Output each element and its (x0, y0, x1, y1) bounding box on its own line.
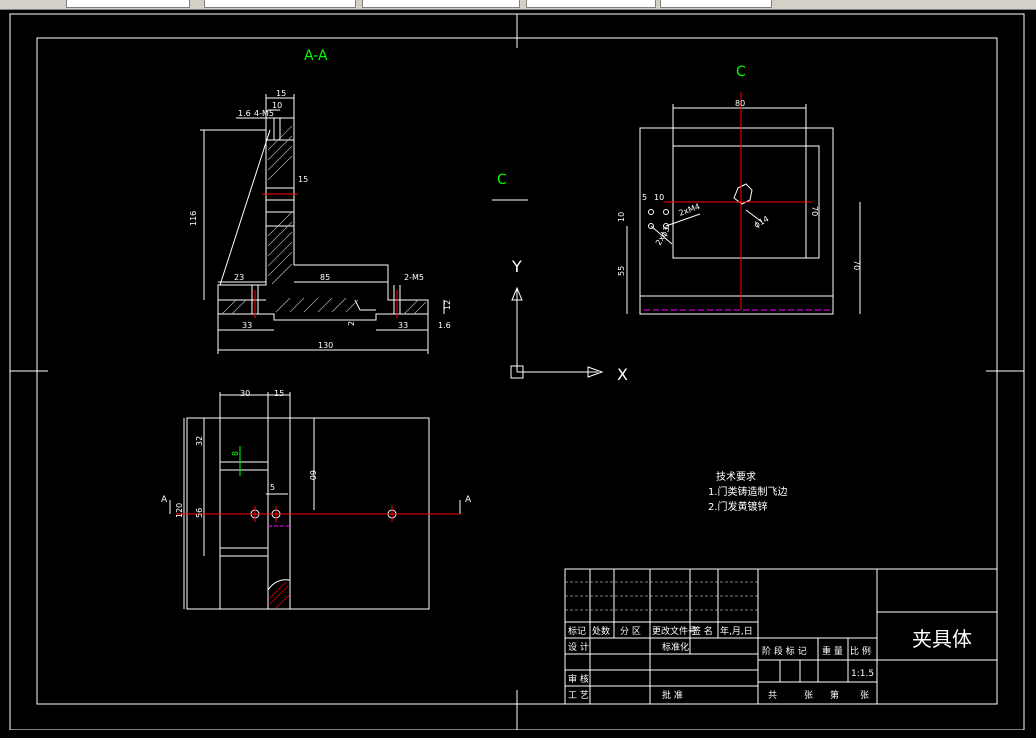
top-dim-text: 30 15 32 8 60 5 56 120 (175, 389, 317, 518)
title-block-dashes (565, 568, 997, 611)
svg-text:共: 共 (768, 690, 777, 701)
section-label: A-A (304, 48, 328, 64)
svg-text:80: 80 (735, 99, 745, 108)
svg-text:2-M5: 2-M5 (404, 273, 424, 282)
toolbar (0, 0, 1036, 10)
ucs-x-label: X (617, 365, 628, 384)
svg-text:1:1.5: 1:1.5 (851, 669, 874, 679)
svg-text:比 例: 比 例 (850, 645, 871, 657)
top-centerlines (176, 506, 460, 522)
svg-text:批 准: 批 准 (662, 689, 683, 701)
plotstyle-dropdown[interactable] (660, 0, 772, 8)
part-name: 夹具体 (912, 627, 972, 651)
svg-text:8: 8 (231, 451, 240, 456)
status-bar (0, 730, 1036, 738)
svg-text:2xM4: 2xM4 (678, 202, 702, 218)
svg-text:阶 段 标 记: 阶 段 标 记 (762, 645, 807, 657)
top-hatch (269, 581, 291, 609)
svg-text:56: 56 (195, 508, 204, 518)
svg-text:5: 5 (270, 483, 275, 492)
svg-text:审 核: 审 核 (568, 673, 589, 685)
technical-notes: 技术要求 1.门类铸造制飞边 2.门发黄镀锌 (708, 470, 788, 513)
svg-text:70: 70 (810, 206, 819, 216)
notes-line-2: 2.门发黄镀锌 (708, 500, 768, 513)
svg-text:分 区: 分 区 (620, 626, 641, 637)
view-c-arrow-label: C (497, 172, 507, 188)
svg-text:23: 23 (234, 273, 244, 282)
svg-text:年,月,日: 年,月,日 (720, 625, 753, 637)
svg-text:2xϕ3: 2xϕ3 (654, 225, 672, 247)
svg-text:签 名: 签 名 (692, 625, 713, 637)
svg-text:70: 70 (852, 260, 861, 270)
linetype-dropdown[interactable] (362, 0, 520, 8)
svg-text:32: 32 (195, 436, 204, 446)
svg-text:15: 15 (276, 89, 286, 98)
ucs-icon (510, 286, 604, 379)
top-view (169, 392, 461, 610)
svg-text:85: 85 (320, 273, 330, 282)
svg-text:60: 60 (308, 470, 317, 480)
section-centerlines (254, 193, 398, 318)
svg-text:更改文件号: 更改文件号 (652, 625, 697, 637)
svg-text:1.6: 1.6 (438, 321, 451, 330)
svg-text:2: 2 (347, 321, 356, 326)
view-c (626, 104, 861, 315)
svg-text:张: 张 (860, 690, 869, 701)
layer-dropdown[interactable] (66, 0, 190, 8)
cut-arrow-left: A (161, 495, 168, 505)
ucs-y-label: Y (511, 257, 522, 276)
svg-text:120: 120 (175, 503, 184, 518)
view-c-label: C (736, 64, 746, 80)
svg-text:重 量: 重 量 (822, 645, 843, 657)
drawing-canvas[interactable]: A-A 15 10 1.6 4-M5 116 15 23 85 2-M5 12 … (0, 10, 1036, 732)
svg-text:116: 116 (189, 211, 198, 226)
svg-text:55: 55 (617, 266, 626, 276)
svg-text:工 艺: 工 艺 (568, 690, 589, 701)
svg-text:10: 10 (617, 212, 626, 222)
svg-text:1.6: 1.6 (238, 109, 251, 118)
svg-text:15: 15 (298, 175, 308, 184)
svg-text:标准化: 标准化 (662, 641, 689, 653)
color-dropdown[interactable] (204, 0, 356, 8)
svg-text:130: 130 (318, 341, 333, 350)
svg-text:张: 张 (804, 690, 813, 701)
svg-text:第: 第 (830, 689, 839, 701)
section-view (200, 94, 445, 354)
svg-text:4-M5: 4-M5 (254, 109, 274, 118)
svg-text:标记: 标记 (568, 625, 586, 637)
lineweight-dropdown[interactable] (526, 0, 656, 8)
cut-arrow-right: A (465, 495, 472, 505)
notes-heading: 技术要求 (716, 470, 756, 483)
svg-text:设 计: 设 计 (568, 641, 589, 653)
svg-text:5: 5 (642, 193, 647, 202)
notes-line-1: 1.门类铸造制飞边 (708, 485, 788, 498)
svg-text:33: 33 (398, 321, 408, 330)
svg-text:12: 12 (443, 300, 452, 310)
svg-text:处数: 处数 (592, 625, 610, 637)
svg-text:33: 33 (242, 321, 252, 330)
svg-text:10: 10 (654, 193, 664, 202)
svg-text:30: 30 (240, 389, 250, 398)
svg-text:15: 15 (274, 389, 284, 398)
section-dim-text: 15 10 1.6 4-M5 116 15 23 85 2-M5 12 1.6 … (189, 89, 452, 350)
